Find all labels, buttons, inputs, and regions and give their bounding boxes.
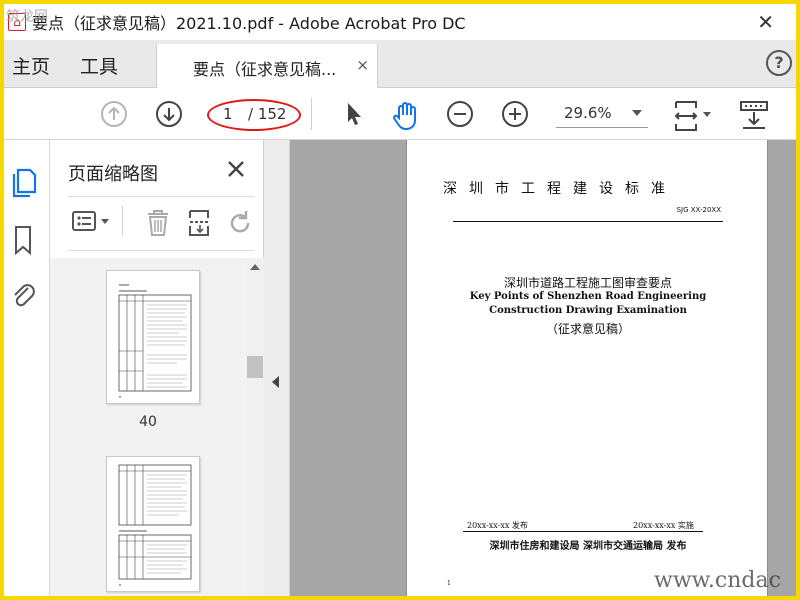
- page-total-count: / 152: [248, 105, 287, 123]
- next-page-icon[interactable]: [155, 100, 183, 128]
- effective-date: 20xx-xx-xx 实施: [633, 521, 694, 530]
- rotate-page-icon[interactable]: [226, 208, 254, 238]
- page-thumbnail[interactable]: [106, 456, 200, 592]
- page-number-input[interactable]: 1: [211, 101, 251, 127]
- document-view[interactable]: 深圳市工程建设标准 SJG XX-20XX 深圳市道路工程施工图审查要点 Key…: [290, 140, 796, 596]
- scrollbar-thumb[interactable]: [247, 356, 263, 378]
- thumbnail-scrollbar[interactable]: [246, 258, 264, 596]
- document-title-chinese: 深圳市道路工程施工图审查要点: [503, 276, 672, 290]
- window-close-button[interactable]: ✕: [757, 12, 774, 32]
- collapse-left-icon[interactable]: [272, 376, 279, 388]
- tab-tools[interactable]: 工具: [80, 52, 118, 79]
- pdf-page: 深圳市工程建设标准 SJG XX-20XX 深圳市道路工程施工图审查要点 Key…: [406, 140, 768, 596]
- acrobat-window: ⌂ 要点（征求意见稿）2021.10.pdf - Adobe Acrobat P…: [4, 4, 796, 596]
- panel-divider: [68, 196, 254, 197]
- title-bar: ⌂ 要点（征求意见稿）2021.10.pdf - Adobe Acrobat P…: [4, 4, 796, 40]
- panel-title: 页面缩略图: [68, 164, 158, 185]
- scroll-up-icon[interactable]: [250, 264, 260, 270]
- panel-divider: [68, 250, 254, 251]
- zoom-out-icon[interactable]: [446, 100, 474, 128]
- help-button[interactable]: ?: [766, 50, 792, 76]
- standard-code: SJG XX-20XX: [676, 206, 721, 214]
- page-footer-mark: 1: [447, 580, 451, 587]
- footer-rule: [463, 531, 703, 532]
- document-title-english-line2: Construction Drawing Examination: [489, 305, 687, 316]
- toolbar-divider: [311, 98, 312, 130]
- thumbnails-panel: 页面缩略图 40: [50, 140, 264, 596]
- page-thumbnail-preview: [118, 284, 192, 398]
- chevron-down-icon: [632, 110, 642, 116]
- watermark-url: www.cndac: [654, 568, 781, 593]
- tab-document[interactable]: 要点（征求意见稿... ×: [156, 44, 378, 88]
- markup-icon[interactable]: [738, 100, 770, 132]
- panel-close-icon[interactable]: [226, 159, 246, 179]
- window-title: 要点（征求意见稿）2021.10.pdf - Adobe Acrobat Pro…: [32, 14, 466, 33]
- thumbnail-options-icon[interactable]: [70, 208, 114, 236]
- zoom-dropdown[interactable]: 29.6%: [556, 100, 648, 128]
- thumbnail-list: 40: [50, 258, 246, 596]
- delete-page-icon[interactable]: [144, 208, 172, 238]
- fit-page-icon[interactable]: [672, 100, 714, 132]
- attachments-icon[interactable]: [10, 280, 38, 312]
- header-rule: [453, 221, 723, 222]
- publish-date: 20xx-xx-xx 发布: [467, 521, 528, 530]
- zoom-in-icon[interactable]: [501, 100, 529, 128]
- page-thumbnail-preview: [118, 464, 192, 586]
- document-title-english-line1: Key Points of Shenzhen Road Engineering: [469, 291, 707, 302]
- document-tab-close-button[interactable]: ×: [356, 56, 369, 74]
- watermark-logo: 筑龙网: [6, 9, 48, 25]
- insert-page-icon[interactable]: [186, 208, 214, 238]
- pane-toolbar-divider: [122, 206, 123, 236]
- document-status: （征求意见稿）: [545, 322, 630, 336]
- bookmarks-icon[interactable]: [10, 224, 38, 256]
- page-thumbnail[interactable]: [106, 270, 200, 404]
- panel-collapse-strip[interactable]: [264, 140, 290, 596]
- select-arrow-icon[interactable]: [342, 100, 366, 128]
- hand-icon[interactable]: [390, 100, 422, 132]
- standard-series-name: 深圳市工程建设标准: [443, 181, 677, 197]
- navigation-rail: [4, 140, 50, 596]
- document-tab-label: 要点（征求意见稿...: [193, 60, 337, 79]
- issuing-authorities: 深圳市住房和建设局 深圳市交通运输局 发布: [489, 541, 687, 552]
- prev-page-icon[interactable]: [100, 100, 128, 128]
- thumbnail-page-number: 40: [139, 414, 157, 430]
- page-thumbnails-icon[interactable]: [10, 166, 38, 198]
- tab-bar: 主页 工具 要点（征求意见稿... × ?: [4, 40, 796, 88]
- zoom-value: 29.6%: [564, 104, 612, 122]
- tab-home[interactable]: 主页: [12, 52, 50, 79]
- toolbar: 1 / 152 29.6%: [4, 88, 796, 140]
